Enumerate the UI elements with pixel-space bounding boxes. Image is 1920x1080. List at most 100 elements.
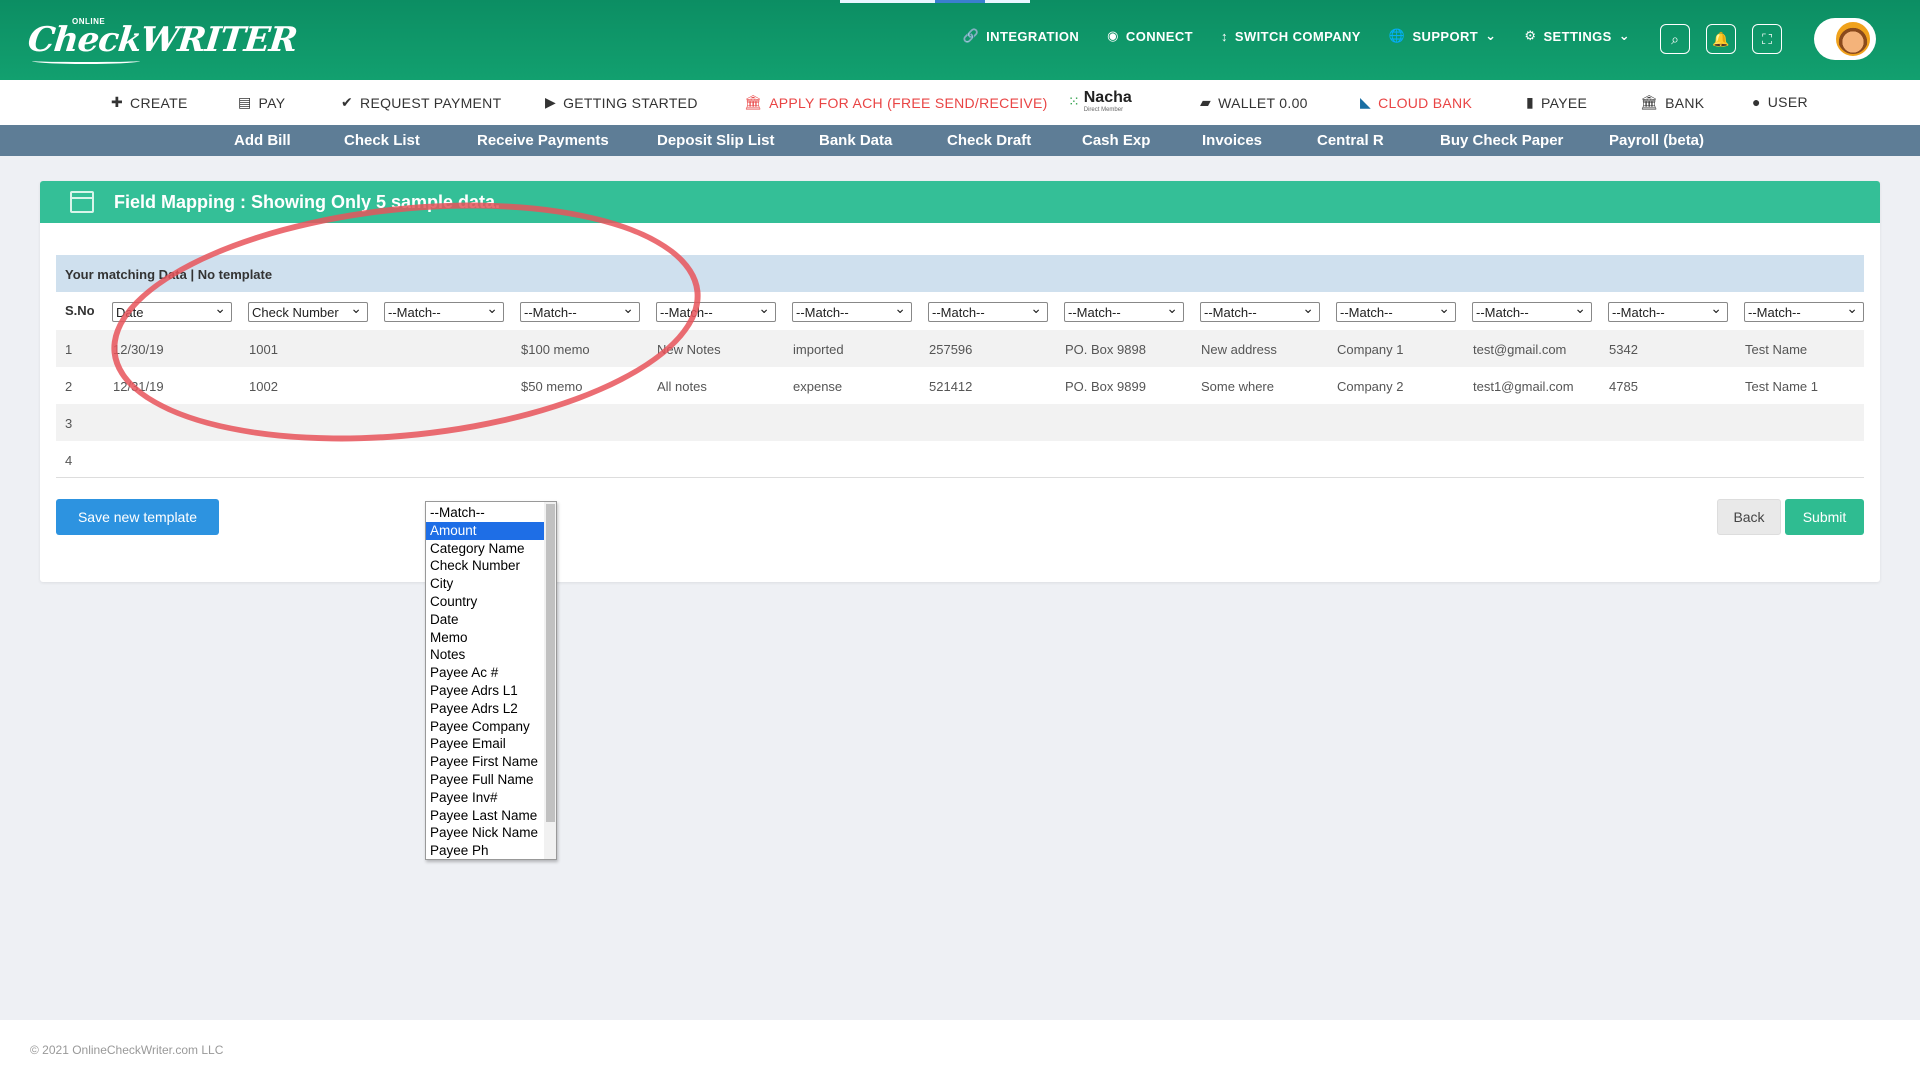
column-select-5[interactable]: --Match--: [656, 300, 776, 322]
column-select-11[interactable]: --Match--: [1472, 300, 1592, 322]
table-cell: 12/31/19: [113, 379, 164, 394]
support-menu[interactable]: 🌐 SUPPORT ⌄: [1389, 28, 1497, 44]
table-row: 3: [56, 404, 1864, 441]
column-3-dropdown-list[interactable]: --Match-- Amount Category Name Check Num…: [425, 501, 557, 860]
nacha-logo[interactable]: ⁙ Nacha Direct Member: [1068, 89, 1132, 114]
dropdown-option[interactable]: Payee Nick Name: [426, 824, 556, 842]
subnav-bank-data[interactable]: Bank Data: [819, 132, 892, 149]
wallet-icon: ▰: [1200, 94, 1212, 110]
subnav-receive-payments[interactable]: Receive Payments: [477, 132, 609, 149]
dropdown-scroll-thumb[interactable]: [546, 504, 555, 822]
dropdown-option[interactable]: Notes: [426, 646, 556, 664]
table-cell: New address: [1201, 342, 1277, 357]
subnav-deposit-slip-list[interactable]: Deposit Slip List: [657, 132, 775, 149]
subnav-central-r[interactable]: Central R: [1317, 132, 1384, 149]
fullscreen-icon: ⛶: [1762, 30, 1772, 47]
dropdown-option[interactable]: Payee First Name: [426, 753, 556, 771]
user-avatar[interactable]: [1814, 18, 1876, 60]
dropdown-option[interactable]: Payee Full Name: [426, 771, 556, 789]
row-sno: 1: [65, 342, 73, 357]
connect-link[interactable]: ◉ CONNECT: [1107, 28, 1193, 44]
column-select-9[interactable]: --Match--: [1200, 300, 1320, 322]
notifications-button[interactable]: 🔔: [1706, 24, 1736, 54]
nav-wallet[interactable]: ▰ WALLET 0.00: [1200, 94, 1308, 111]
column-select-12[interactable]: --Match--: [1608, 300, 1728, 322]
column-select-2[interactable]: Check Number: [248, 300, 368, 322]
dropdown-option[interactable]: Check Number: [426, 557, 556, 575]
calendar-icon: [70, 191, 94, 213]
settings-menu[interactable]: ⚙ SETTINGS ⌄: [1524, 28, 1630, 44]
column-select-8[interactable]: --Match--: [1064, 300, 1184, 322]
column-select-7[interactable]: --Match--: [928, 300, 1048, 322]
nav-apply-ach-label: APPLY FOR ACH (FREE SEND/RECEIVE): [769, 94, 1048, 111]
nav-bank[interactable]: 🏛 BANK: [1640, 94, 1704, 111]
nav-request-payment[interactable]: ✔ REQUEST PAYMENT: [341, 94, 501, 111]
dropdown-option[interactable]: Payee Inv#: [426, 789, 556, 807]
table-cell: Company 1: [1337, 342, 1404, 357]
nav-payee[interactable]: ▮ PAYEE: [1526, 94, 1587, 111]
dropdown-option[interactable]: Memo: [426, 629, 556, 647]
save-new-template-button[interactable]: Save new template: [56, 499, 219, 535]
integration-label: INTEGRATION: [986, 28, 1080, 44]
column-select-6[interactable]: --Match--: [792, 300, 912, 322]
dropdown-option-selected[interactable]: Amount: [426, 521, 544, 540]
dropdown-option[interactable]: Payee Adrs L1: [426, 682, 556, 700]
subnav-check-draft[interactable]: Check Draft: [947, 132, 1031, 149]
table-cell: 257596: [929, 342, 973, 357]
chevron-down-icon: ⌄: [1618, 28, 1630, 43]
search-button[interactable]: ⌕: [1660, 24, 1690, 54]
fullscreen-button[interactable]: ⛶: [1752, 24, 1782, 54]
subnav-check-list[interactable]: Check List: [344, 132, 420, 149]
dropdown-option[interactable]: Payee Ph: [426, 842, 556, 859]
subnav-cash-exp[interactable]: Cash Exp: [1082, 132, 1150, 149]
column-select-1[interactable]: Date: [112, 300, 232, 322]
user-circle-icon: ●: [1752, 94, 1761, 110]
table-cell: 4785: [1609, 379, 1638, 394]
dropdown-option[interactable]: Payee Email: [426, 735, 556, 753]
table-cell: Test Name: [1745, 342, 1808, 357]
integration-link[interactable]: 🔗 INTEGRATION: [963, 28, 1080, 44]
nav-pay[interactable]: ▤ PAY: [238, 94, 285, 111]
row-sno: 3: [65, 416, 73, 431]
dropdown-option[interactable]: Category Name: [426, 540, 556, 558]
row-sno: 2: [65, 379, 73, 394]
nav-cloud-bank[interactable]: ◣ CLOUD BANK: [1360, 94, 1472, 111]
column-select-3[interactable]: --Match--: [384, 300, 504, 322]
bank-building-icon: 🏛: [1640, 94, 1659, 110]
nav-create[interactable]: ✚ CREATE: [111, 94, 188, 111]
dropdown-option[interactable]: Payee Adrs L2: [426, 700, 556, 718]
brand-logo[interactable]: ONLINE CheckWRITER: [26, 14, 299, 64]
top-nav: 🔗 INTEGRATION ◉ CONNECT ↕ SWITCH COMPANY…: [963, 28, 1630, 44]
dropdown-option[interactable]: Payee Last Name: [426, 807, 556, 825]
table-cell: imported: [793, 342, 844, 357]
nav-getting-started[interactable]: ▶ GETTING STARTED: [545, 94, 698, 111]
subnav-buy-check-paper[interactable]: Buy Check Paper: [1440, 132, 1563, 149]
table-cell: 521412: [929, 379, 973, 394]
column-select-13[interactable]: --Match--: [1744, 300, 1864, 322]
submit-button[interactable]: Submit: [1785, 499, 1864, 535]
dropdown-option[interactable]: City: [426, 575, 556, 593]
column-select-10[interactable]: --Match--: [1336, 300, 1456, 322]
nav-create-label: CREATE: [130, 94, 188, 111]
subnav-invoices[interactable]: Invoices: [1202, 132, 1262, 149]
dropdown-option[interactable]: Payee Ac #: [426, 664, 556, 682]
back-button[interactable]: Back: [1717, 499, 1781, 535]
table-cell: PO. Box 9898: [1065, 342, 1146, 357]
card-icon: ▤: [238, 94, 252, 110]
subnav-payroll-beta[interactable]: Payroll (beta): [1609, 132, 1704, 149]
dropdown-scrollbar[interactable]: [544, 502, 556, 859]
table-cell: expense: [793, 379, 843, 394]
table-cell: $100 memo: [521, 342, 590, 357]
subnav-add-bill[interactable]: Add Bill: [234, 132, 291, 149]
switch-company-link[interactable]: ↕ SWITCH COMPANY: [1221, 29, 1361, 44]
dropdown-option[interactable]: --Match--: [426, 504, 556, 522]
column-select-4[interactable]: --Match--: [520, 300, 640, 322]
brand-swoosh: [32, 58, 140, 64]
nav-user[interactable]: ● USER: [1752, 94, 1808, 110]
dropdown-option[interactable]: Payee Company: [426, 718, 556, 736]
table-cell: test@gmail.com: [1473, 342, 1567, 357]
card-header: Field Mapping : Showing Only 5 sample da…: [40, 181, 1880, 223]
dropdown-option[interactable]: Date: [426, 611, 556, 629]
dropdown-option[interactable]: Country: [426, 593, 556, 611]
nav-apply-ach[interactable]: 🏛 APPLY FOR ACH (FREE SEND/RECEIVE): [744, 94, 1048, 111]
